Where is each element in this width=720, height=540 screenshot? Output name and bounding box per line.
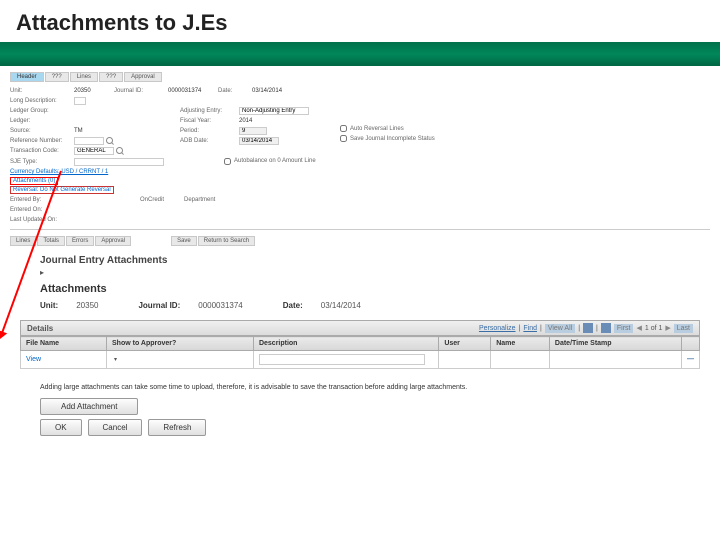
unit-label: Unit: xyxy=(10,88,70,94)
download-icon[interactable] xyxy=(601,323,611,333)
search-icon[interactable] xyxy=(116,147,123,154)
enteredon-label: Entered On: xyxy=(10,207,70,213)
adb-label: ADB Date: xyxy=(180,138,235,144)
save-button[interactable]: Save xyxy=(171,236,197,246)
personalize-link[interactable]: Personalize xyxy=(479,325,516,332)
date-value: 03/14/2014 xyxy=(252,88,292,94)
datetime-cell xyxy=(549,351,681,369)
tab-lines[interactable]: Lines xyxy=(70,72,98,82)
id-row: Unit: 20350 Journal ID: 0000031374 Date: 03… xyxy=(40,301,710,310)
fiscal-value: 2014 xyxy=(239,118,279,124)
attachments-heading: Attachments xyxy=(40,283,710,295)
view-link[interactable]: View xyxy=(26,356,41,363)
zoom-icon[interactable] xyxy=(583,323,593,333)
attachments-link[interactable]: Attachments (0) xyxy=(10,177,58,185)
longdesc-input[interactable] xyxy=(74,97,86,105)
period-label: Period: xyxy=(180,128,235,134)
col-showapprover[interactable]: Show to Approver? xyxy=(107,337,254,351)
adb-input xyxy=(239,137,279,145)
date-k: Date: xyxy=(283,301,303,310)
page-nav: 1 of 1 xyxy=(645,325,663,332)
approver-dropdown[interactable] xyxy=(112,356,117,363)
tab-4[interactable]: ??? xyxy=(99,72,123,82)
adjusting-select[interactable] xyxy=(239,107,309,115)
details-title: Details xyxy=(27,324,53,333)
source-value: TM xyxy=(74,128,114,134)
attachments-table: File Name Show to Approver? Description … xyxy=(20,336,700,369)
subtab-totals[interactable]: Totals xyxy=(37,236,65,246)
auto-reversal-label: Auto Reversal Lines xyxy=(350,126,404,132)
green-band xyxy=(0,42,720,66)
main-content: Header ??? Lines ??? Approval Unit: 2035… xyxy=(0,66,720,446)
page-title: Attachments to J.Es xyxy=(16,10,704,36)
auto-reversal-check[interactable] xyxy=(340,125,347,132)
tab-header[interactable]: Header xyxy=(10,72,44,82)
add-attachment-button[interactable]: Add Attachment xyxy=(40,398,138,415)
save-incomplete-check[interactable] xyxy=(340,135,347,142)
longdesc-label: Long Description: xyxy=(10,98,70,104)
enteredby-label: Entered By: xyxy=(10,197,70,203)
save-incomplete-label: Save Journal Incomplete Status xyxy=(350,136,435,142)
dept-label: Department xyxy=(184,197,234,203)
col-user[interactable]: User xyxy=(439,337,491,351)
date-v: 03/14/2014 xyxy=(321,301,361,310)
ref-input[interactable] xyxy=(74,137,104,145)
trx-label: Transaction Code: xyxy=(10,148,70,154)
ref-label: Reference Number: xyxy=(10,138,70,144)
col-extra xyxy=(682,337,700,351)
adjusting-label: Adjusting Entry: xyxy=(180,108,235,114)
fiscal-label: Fiscal Year: xyxy=(180,118,235,124)
title-bar: Attachments to J.Es xyxy=(0,0,720,42)
first-nav[interactable]: First xyxy=(614,324,634,333)
reversal-link[interactable]: Reversal: Do Not Generate Reversal xyxy=(10,186,114,194)
jid-k: Journal ID: xyxy=(138,301,180,310)
ledgergroup-label: Ledger Group: xyxy=(10,108,70,114)
ok-button[interactable]: OK xyxy=(40,419,82,436)
refresh-button[interactable]: Refresh xyxy=(148,419,206,436)
last-nav[interactable]: Last xyxy=(674,324,693,333)
viewall-link[interactable]: View All xyxy=(545,324,575,333)
table-row: View — xyxy=(21,351,700,369)
autobalance-check[interactable] xyxy=(224,158,231,165)
oncredit-label: OnCredit xyxy=(140,197,180,203)
period-input xyxy=(239,127,267,135)
subtab-approval[interactable]: Approval xyxy=(95,236,131,246)
col-name[interactable]: Name xyxy=(491,337,550,351)
journal-attachments-heading: Journal Entry Attachments xyxy=(40,255,710,266)
user-cell xyxy=(439,351,491,369)
description-input[interactable] xyxy=(259,354,425,365)
find-link[interactable]: Find xyxy=(523,325,537,332)
col-description[interactable]: Description xyxy=(253,337,438,351)
unit-v: 20350 xyxy=(76,301,98,310)
unit-k: Unit: xyxy=(40,301,58,310)
return-button[interactable]: Return to Search xyxy=(198,236,255,246)
subtab-errors[interactable]: Errors xyxy=(66,236,94,246)
date-label: Date: xyxy=(218,88,248,94)
tab-2[interactable]: ??? xyxy=(45,72,69,82)
name-cell xyxy=(491,351,550,369)
subtab-lines[interactable]: Lines xyxy=(10,236,36,246)
delete-row-icon[interactable]: — xyxy=(687,356,694,363)
trx-input[interactable] xyxy=(74,147,114,155)
jid-value: 0000031374 xyxy=(168,88,218,94)
unit-value: 20350 xyxy=(74,88,114,94)
source-label: Source: xyxy=(10,128,70,134)
details-bar: Details Personalize | Find | View All | … xyxy=(20,320,700,336)
upload-note: Adding large attachments can take some t… xyxy=(40,383,700,392)
jid-v: 0000031374 xyxy=(198,301,243,310)
tab-approval[interactable]: Approval xyxy=(124,72,162,82)
autobalance-label: Autobalance on 0 Amount Line xyxy=(234,158,316,164)
currency-defaults-link[interactable]: Currency Defaults: USD / CRRNT / 1 xyxy=(10,169,108,175)
col-filename[interactable]: File Name xyxy=(21,337,107,351)
search-icon[interactable] xyxy=(106,137,113,144)
sjetype-label: SJE Type: xyxy=(10,159,70,165)
sjetype-select[interactable] xyxy=(74,158,164,166)
ledger-label: Ledger: xyxy=(10,118,70,124)
updated-label: Last Updated On: xyxy=(10,217,70,223)
top-tabs: Header ??? Lines ??? Approval xyxy=(10,72,710,82)
col-datetime[interactable]: Date/Time Stamp xyxy=(549,337,681,351)
cancel-button[interactable]: Cancel xyxy=(88,419,143,436)
jid-label: Journal ID: xyxy=(114,88,164,94)
